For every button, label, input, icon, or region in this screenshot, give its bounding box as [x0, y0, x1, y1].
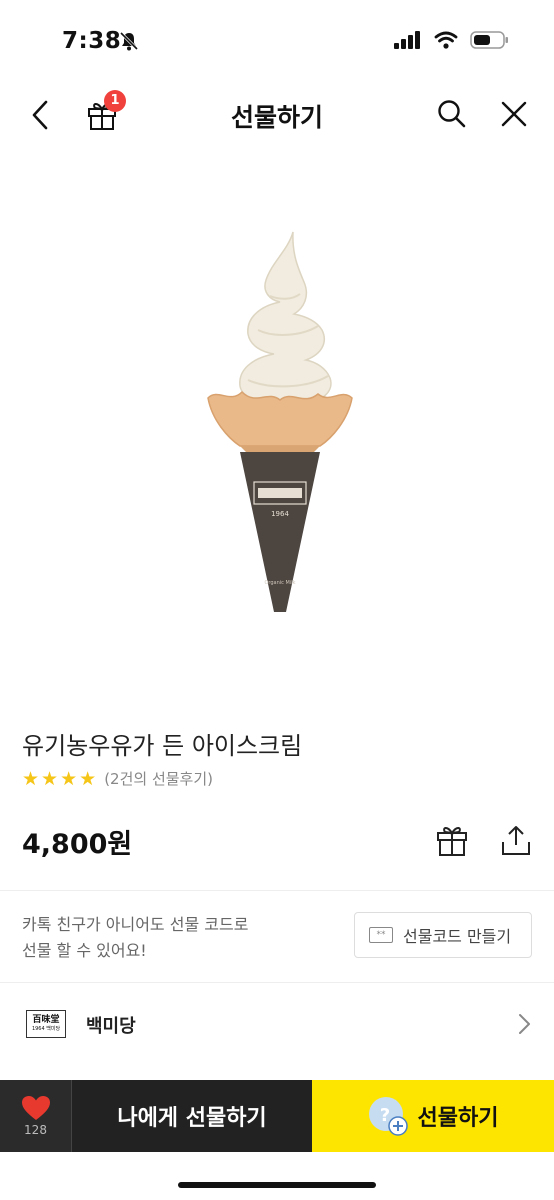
gift-to-self-label: 나에게 선물하기 [117, 1106, 267, 1131]
home-indicator[interactable] [178, 1182, 376, 1188]
status-indicators [394, 30, 510, 50]
star-icon: ★ [60, 767, 78, 790]
svg-text:1964: 1964 [271, 510, 289, 518]
product-name: 유기농우유가 든 아이스크림 [22, 732, 303, 760]
divider [0, 890, 554, 891]
star-icon: ★ [22, 767, 40, 790]
svg-text:Organic Milk: Organic Milk [264, 580, 295, 586]
chevron-right-icon [519, 1014, 530, 1034]
wifi-icon [434, 31, 458, 49]
heart-icon [21, 1096, 50, 1120]
page-title: 선물하기 [230, 103, 323, 132]
header: 1 선물하기 [0, 82, 554, 148]
gift-box-icon[interactable] [434, 822, 470, 858]
svg-text:?: ? [379, 1105, 389, 1126]
gift-to-self-button[interactable]: 나에게 선물하기 [72, 1080, 312, 1152]
close-icon[interactable] [498, 98, 530, 130]
status-bar: 7:38 [0, 0, 554, 80]
create-gift-code-label: 선물코드 만들기 [403, 927, 512, 946]
brand-logo-text: 百味堂 [32, 1015, 60, 1025]
product-price: 4,800원 [22, 829, 133, 860]
create-gift-code-button[interactable]: ** 선물코드 만들기 [354, 912, 532, 958]
friend-avatar-icon: ? [368, 1097, 408, 1136]
ticket-icon: ** [369, 927, 393, 943]
share-icon[interactable] [498, 822, 534, 858]
rating[interactable]: ★ ★ ★ ★ (2건의 선물후기) [22, 768, 213, 789]
product-image: 1964 Organic Milk [207, 231, 353, 612]
search-icon[interactable] [436, 98, 468, 130]
star-icon: ★ [41, 767, 59, 790]
like-count: 128 [24, 1123, 47, 1137]
send-gift-button[interactable]: ? 선물하기 [312, 1080, 554, 1152]
brand-logo: 百味堂 1964 백미당 [26, 1010, 66, 1038]
gift-code-message-line2: 선물 할 수 있어요! [22, 941, 147, 960]
status-time: 7:38 [62, 28, 122, 54]
like-button[interactable]: 128 [0, 1080, 72, 1152]
signal-icon [394, 31, 420, 49]
brand-row[interactable]: 百味堂 1964 백미당 백미당 [0, 996, 554, 1056]
battery-icon [470, 31, 508, 49]
send-gift-label: 선물하기 [417, 1106, 499, 1131]
brand-name: 백미당 [86, 1016, 136, 1037]
brand-logo-subtext: 1964 백미당 [31, 1026, 61, 1032]
review-count[interactable]: (2건의 선물후기) [104, 768, 213, 789]
star-icon: ★ [79, 767, 97, 790]
gift-code-message-line1: 카톡 친구가 아니어도 선물 코드로 [22, 915, 249, 934]
bell-muted-icon [119, 31, 139, 51]
bottom-action-bar: 128 나에게 선물하기 ? 선물하기 [0, 1080, 554, 1152]
gift-code-message: 카톡 친구가 아니어도 선물 코드로 선물 할 수 있어요! [22, 912, 248, 964]
divider [0, 982, 554, 983]
